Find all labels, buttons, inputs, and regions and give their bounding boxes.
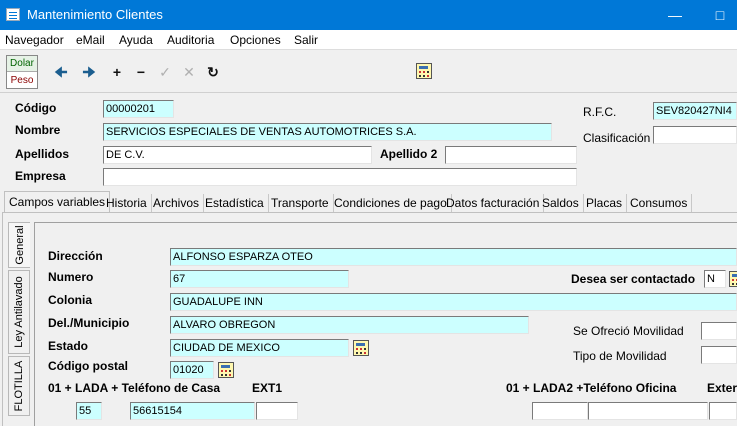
tab-estadistica[interactable]: Estadística bbox=[201, 194, 269, 212]
estado-lookup-button[interactable] bbox=[352, 339, 370, 357]
apellido2-label: Apellido 2 bbox=[380, 147, 438, 161]
tel-casa-field[interactable]: 56615154 bbox=[130, 402, 255, 420]
rfc-label: R.F.C. bbox=[583, 105, 617, 119]
menu-auditoria[interactable]: Auditoria bbox=[167, 33, 214, 47]
arrow-left-icon[interactable]: 🠈 bbox=[52, 63, 70, 81]
tel-oficina-field[interactable] bbox=[588, 402, 708, 420]
clasificacion-label: Clasificación bbox=[583, 131, 651, 145]
empresa-label: Empresa bbox=[15, 169, 66, 183]
peso-option[interactable]: Peso bbox=[7, 73, 37, 89]
codigo-field[interactable]: 00000201 bbox=[103, 100, 174, 118]
apellidos-label: Apellidos bbox=[15, 147, 70, 161]
numero-label: Numero bbox=[48, 270, 94, 284]
tel-casa-label: 01 + LADA + Teléfono de Casa bbox=[48, 381, 221, 395]
contactado-label: Desea ser contactado bbox=[571, 272, 696, 286]
arrow-right-icon[interactable]: 🠊 bbox=[80, 63, 98, 81]
remove-icon[interactable]: − bbox=[132, 63, 150, 81]
nombre-field[interactable]: SERVICIOS ESPECIALES DE VENTAS AUTOMOTRI… bbox=[103, 123, 552, 141]
toolbar: Dolar Peso 🠈 🠊 + − ✓ ✕ ↻ bbox=[0, 51, 737, 93]
estado-field[interactable]: CIUDAD DE MEXICO bbox=[170, 339, 349, 357]
estado-lookup-icon bbox=[353, 340, 369, 356]
movilidad-ofrecio-label: Se Ofreció Movilidad bbox=[573, 324, 684, 338]
municipio-label: Del./Municipio bbox=[48, 316, 130, 330]
ext2-field[interactable] bbox=[709, 402, 737, 420]
tab-consumos[interactable]: Consumos bbox=[626, 194, 693, 212]
calculator-icon[interactable] bbox=[416, 63, 432, 79]
dolar-option[interactable]: Dolar bbox=[7, 56, 37, 72]
contactado-lookup-button[interactable] bbox=[728, 270, 737, 288]
tipo-movilidad-field[interactable] bbox=[701, 346, 737, 364]
apellido2-field[interactable] bbox=[445, 146, 577, 164]
app-icon bbox=[6, 8, 20, 21]
tab-condiciones-de-pago[interactable]: Condiciones de pago bbox=[330, 194, 452, 212]
side-tab-general[interactable]: General bbox=[8, 222, 30, 268]
rfc-field[interactable]: SEV820427NI4 bbox=[653, 102, 737, 120]
minimize-button[interactable]: — bbox=[660, 4, 690, 26]
side-tab-ley-antilavado-label: Ley Antilavado bbox=[13, 276, 25, 348]
colonia-label: Colonia bbox=[48, 293, 92, 307]
tab-saldos[interactable]: Saldos bbox=[538, 194, 584, 212]
ext2-label: Exter bbox=[707, 381, 737, 395]
estado-label: Estado bbox=[48, 339, 89, 353]
municipio-field[interactable]: ALVARO OBREGON bbox=[170, 316, 529, 334]
tipo-movilidad-label: Tipo de Movilidad bbox=[573, 349, 667, 363]
tel-oficina-label: 01 + LADA2 +Teléfono Oficina bbox=[506, 381, 677, 395]
menu-salir[interactable]: Salir bbox=[294, 33, 318, 47]
side-tab-flotilla[interactable]: FLOTILLA bbox=[8, 356, 30, 416]
check-icon[interactable]: ✓ bbox=[156, 63, 174, 81]
colonia-field[interactable]: GUADALUPE INN bbox=[170, 293, 737, 311]
apellidos-field[interactable]: DE C.V. bbox=[103, 146, 372, 164]
currency-toggle[interactable]: Dolar Peso bbox=[6, 55, 38, 89]
nombre-label: Nombre bbox=[15, 123, 61, 137]
title-bar: Mantenimiento Clientes — □ bbox=[0, 0, 737, 30]
menu-opciones[interactable]: Opciones bbox=[230, 33, 281, 47]
cp-field[interactable]: 01020 bbox=[170, 361, 214, 379]
cp-lookup-button[interactable] bbox=[217, 361, 235, 379]
ext1-label: EXT1 bbox=[252, 381, 283, 395]
cp-lookup-icon bbox=[218, 362, 234, 378]
empresa-field[interactable] bbox=[103, 168, 577, 186]
maximize-button[interactable]: □ bbox=[705, 4, 735, 26]
side-tab-ley-antilavado[interactable]: Ley Antilavado bbox=[8, 270, 30, 354]
ext1-field[interactable] bbox=[256, 402, 298, 420]
lada2-field[interactable] bbox=[532, 402, 588, 420]
tab-campos-variables[interactable]: Campos variables bbox=[4, 191, 111, 213]
tab-archivos[interactable]: Archivos bbox=[149, 194, 205, 212]
tab-historia[interactable]: Historia bbox=[102, 194, 152, 212]
cp-label: Código postal bbox=[48, 359, 128, 373]
direccion-label: Dirección bbox=[48, 249, 103, 263]
direccion-field[interactable]: ALFONSO ESPARZA OTEO bbox=[170, 248, 737, 266]
cancel-icon[interactable]: ✕ bbox=[180, 63, 198, 81]
tab-transporte[interactable]: Transporte bbox=[267, 194, 334, 212]
side-tab-flotilla-label: FLOTILLA bbox=[13, 360, 25, 412]
movilidad-ofrecio-field[interactable] bbox=[701, 322, 737, 340]
contactado-lookup-icon bbox=[729, 271, 737, 287]
menu-navegador[interactable]: Navegador bbox=[5, 33, 64, 47]
side-tab-general-label: General bbox=[13, 225, 26, 265]
window-title: Mantenimiento Clientes bbox=[27, 7, 163, 22]
refresh-icon[interactable]: ↻ bbox=[204, 63, 222, 81]
tab-placas[interactable]: Placas bbox=[582, 194, 628, 212]
menu-email[interactable]: eMail bbox=[76, 33, 105, 47]
contactado-field[interactable]: N bbox=[704, 270, 726, 288]
numero-field[interactable]: 67 bbox=[170, 270, 349, 288]
menu-ayuda[interactable]: Ayuda bbox=[119, 33, 153, 47]
add-icon[interactable]: + bbox=[108, 63, 126, 81]
codigo-label: Código bbox=[15, 101, 57, 115]
lada-field[interactable]: 55 bbox=[76, 402, 102, 420]
tab-datos-facturacion[interactable]: Datos facturación bbox=[442, 194, 545, 212]
menu-bar: Navegador eMail Ayuda Auditoria Opciones… bbox=[0, 30, 737, 50]
clasificacion-field[interactable] bbox=[653, 126, 737, 144]
